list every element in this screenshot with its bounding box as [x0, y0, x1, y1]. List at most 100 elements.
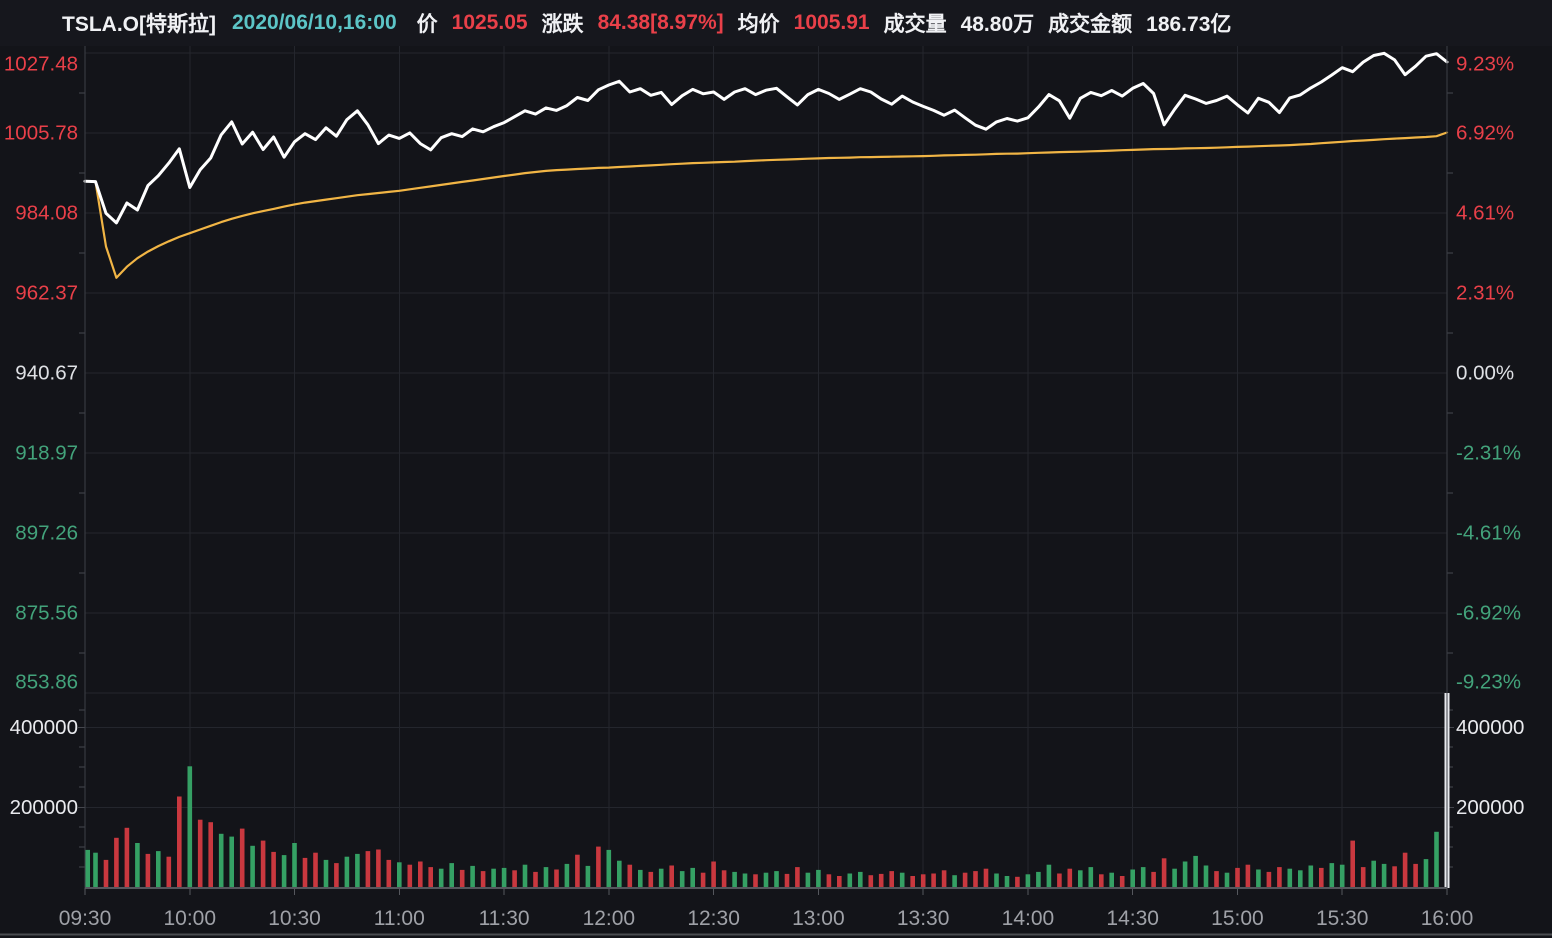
volume-bar [491, 868, 496, 888]
volume-bar [711, 861, 716, 888]
volume-bar [1099, 874, 1104, 888]
volume-bar [1182, 861, 1188, 888]
volume-bar [1329, 863, 1335, 888]
volume-bar [690, 867, 695, 888]
svg-text:-2.31%: -2.31% [1456, 442, 1521, 465]
volume-bar [1004, 876, 1010, 888]
volume-bar [899, 872, 905, 888]
intraday-chart-canvas[interactable]: 1027.48 1005.78 984.08 962.37 940.67 918.97 89… [0, 0, 1552, 938]
volume-bar [1381, 863, 1387, 888]
svg-text:10:00: 10:00 [163, 907, 216, 930]
volume-bar [679, 871, 685, 888]
volume-bar [627, 864, 633, 888]
svg-text:0.00%: 0.00% [1456, 362, 1514, 385]
percent-axis-labels: 9.23% 6.92% 4.61% 2.31% 0.00% -2.31% -4.61% -6.… [1456, 53, 1521, 694]
volume-bar [1214, 871, 1219, 888]
volume-bar [858, 871, 863, 888]
svg-text:4.61%: 4.61% [1456, 202, 1514, 225]
volume-bar [1172, 868, 1177, 888]
volume-bar [669, 865, 674, 888]
svg-text:13:30: 13:30 [897, 907, 950, 930]
volume-bar [1245, 864, 1251, 888]
svg-text:984.08: 984.08 [15, 202, 78, 225]
volume-bar [1109, 872, 1114, 888]
volume-bar [554, 869, 559, 888]
volume-bar [1161, 858, 1167, 888]
volume-bar [365, 851, 371, 888]
volume-bar [1088, 867, 1094, 888]
svg-text:400000: 400000 [1456, 716, 1524, 739]
volume-bars [85, 693, 1450, 888]
volume-bar [522, 864, 528, 888]
volume-bar [156, 851, 161, 888]
price-axis-labels: 1027.48 1005.78 984.08 962.37 940.67 918.97 89… [4, 53, 78, 694]
volume-bar [271, 851, 276, 888]
volume-bar [218, 833, 224, 888]
svg-text:12:30: 12:30 [687, 907, 740, 930]
volume-bar [1057, 873, 1062, 888]
volume-bar [103, 859, 109, 888]
avg-price-line [83, 131, 1449, 279]
volume-bar [606, 849, 612, 888]
volume-bar [114, 837, 119, 888]
time-axis-labels: 09:30 10:00 10:30 11:00 11:30 12:00 12:30 13:00… [59, 907, 1474, 930]
volume-bar [355, 853, 360, 888]
volume-bar [187, 766, 193, 888]
volume-bar [1392, 866, 1397, 888]
svg-text:853.86: 853.86 [15, 671, 78, 694]
volume-bar [313, 852, 318, 888]
volume-bar [1287, 868, 1293, 888]
stock-chart-app: TSLA.O[特斯拉] 2020/06/10,16:00 价 1025.05 涨… [0, 0, 1552, 938]
volume-bar [575, 854, 580, 888]
volume-bar [732, 871, 737, 888]
volume-bar [1203, 865, 1209, 888]
volume-bar [617, 860, 622, 888]
volume-bar [774, 871, 779, 888]
volume-bar [135, 843, 140, 888]
volume-bar [407, 864, 413, 888]
volume-bar [868, 875, 874, 888]
volume-bar [1308, 865, 1314, 888]
volume-bar [543, 867, 549, 888]
volume-bar [742, 873, 748, 888]
volume-bar [197, 819, 203, 888]
volume-bar [1319, 867, 1324, 888]
svg-text:200000: 200000 [10, 796, 78, 819]
svg-text:400000: 400000 [10, 716, 78, 739]
svg-text:-4.61%: -4.61% [1456, 522, 1521, 545]
volume-bar [1413, 863, 1418, 888]
svg-text:14:30: 14:30 [1106, 907, 1159, 930]
volume-bar [1193, 855, 1198, 888]
volume-bar [93, 852, 98, 888]
volume-bar [889, 871, 894, 888]
volume-bar [983, 868, 989, 888]
svg-text:897.26: 897.26 [15, 522, 78, 545]
volume-bar [1025, 874, 1031, 888]
svg-text:15:30: 15:30 [1316, 907, 1369, 930]
volume-bar [386, 859, 392, 888]
svg-text:940.67: 940.67 [15, 362, 78, 385]
volume-bar [1371, 860, 1376, 888]
volume-bar [700, 872, 706, 888]
volume-bar [1235, 867, 1240, 888]
intraday-chart[interactable]: 1027.48 1005.78 984.08 962.37 940.67 918.97 89… [0, 0, 1552, 938]
volume-bar [973, 871, 978, 888]
volume-bar [229, 836, 234, 888]
svg-text:918.97: 918.97 [15, 442, 78, 465]
volume-bar [418, 861, 423, 888]
volume-bar [596, 846, 601, 888]
volume-bar [564, 863, 570, 888]
svg-text:1005.78: 1005.78 [4, 122, 78, 145]
volume-bar [145, 853, 151, 888]
volume-bar [753, 874, 758, 888]
price-line [83, 51, 1449, 225]
volume-bar [994, 873, 999, 888]
volume-bar [533, 871, 538, 888]
svg-text:16:00: 16:00 [1421, 907, 1474, 930]
svg-text:12:00: 12:00 [583, 907, 636, 930]
svg-text:962.37: 962.37 [15, 282, 78, 305]
volume-bar [962, 872, 968, 888]
volume-bar [166, 856, 172, 888]
volume-bar [1434, 831, 1439, 888]
volume-bar [805, 872, 811, 888]
